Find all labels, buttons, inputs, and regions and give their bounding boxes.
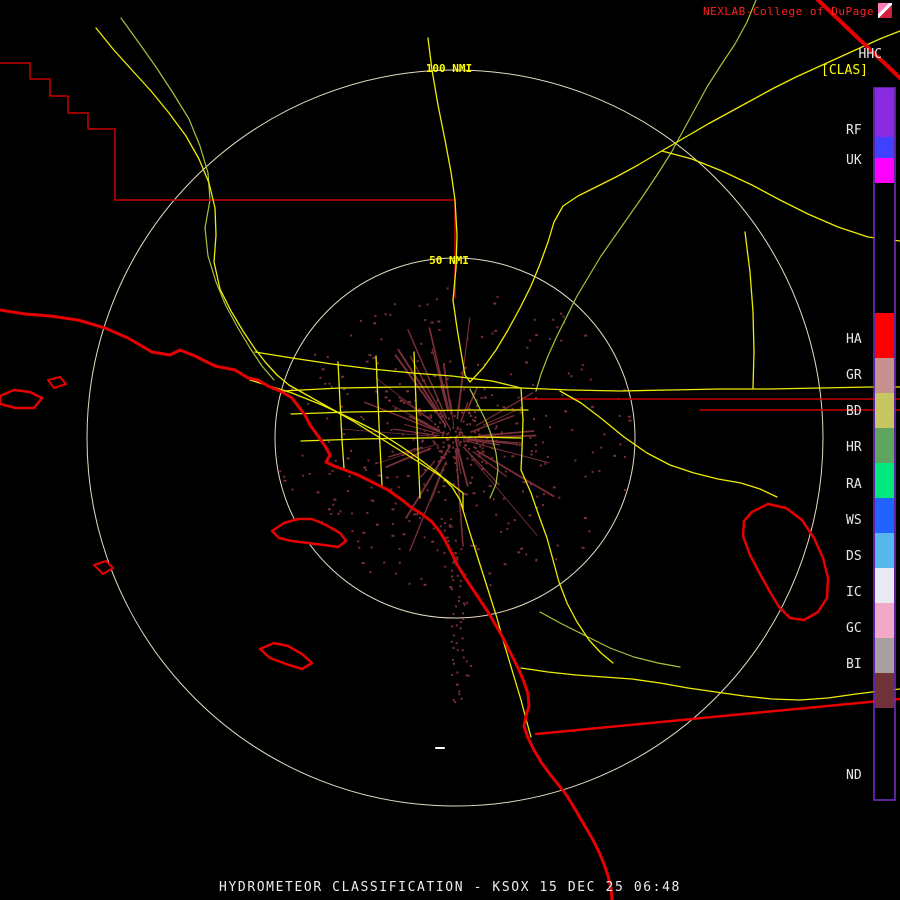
legend-label-ws: WS bbox=[846, 513, 862, 528]
legend-segment-hr bbox=[875, 428, 894, 463]
legend-segment-ha bbox=[875, 313, 894, 358]
legend-segment-nd bbox=[875, 708, 894, 800]
radar-echoes bbox=[279, 287, 632, 704]
legend-label-ic: IC bbox=[846, 585, 862, 600]
road-i10-east bbox=[520, 386, 900, 392]
legend-segment-uk bbox=[875, 158, 894, 183]
legend-segment-bi bbox=[875, 638, 894, 673]
radar-display: 50 NMI 100 NMI RF UK HA GR BD HR RA WS DS IC GC BI ND… bbox=[0, 0, 900, 900]
road-ca14-nw bbox=[95, 27, 290, 386]
road-cajon-ne bbox=[469, 30, 900, 383]
legend-label-nd: ND bbox=[846, 768, 862, 783]
color-legend: RF UK HA GR BD HR RA WS DS IC GC BI ND bbox=[846, 87, 896, 801]
cod-logo-icon bbox=[878, 3, 892, 18]
radar-map: 50 NMI 100 NMI RF UK HA GR BD HR RA WS DS IC GC BI ND bbox=[0, 0, 900, 900]
legend-label-ha: HA bbox=[846, 332, 862, 347]
legend-segment-rf bbox=[875, 88, 894, 137]
legend-label-bi: BI bbox=[846, 657, 862, 672]
road-395-north bbox=[427, 37, 471, 383]
map-features bbox=[0, 0, 900, 900]
legend-label-gr: GR bbox=[846, 368, 862, 383]
legend-segment-ds bbox=[875, 533, 894, 568]
road-ca79-south bbox=[520, 469, 614, 664]
road-grid-h2 bbox=[290, 409, 529, 415]
product-tag: [CLAS] bbox=[821, 63, 868, 78]
legend-segment bbox=[875, 183, 894, 313]
road-i8-east bbox=[520, 667, 900, 701]
mexico-border bbox=[534, 697, 900, 736]
road-east-vert bbox=[520, 387, 524, 471]
island-left-2 bbox=[47, 376, 67, 389]
range-label-50nmi: 50 NMI bbox=[429, 254, 469, 267]
product-title: HYDROMETEOR CLASSIFICATION - KSOX 15 DEC… bbox=[219, 880, 681, 895]
legend-label-rf: RF bbox=[846, 123, 862, 138]
road-grid-v2 bbox=[375, 355, 383, 487]
island-catalina bbox=[270, 517, 348, 549]
legend-label-uk: UK bbox=[846, 153, 862, 168]
legend-label-ra: RA bbox=[846, 477, 862, 492]
island-san-clemente bbox=[258, 641, 314, 671]
county-line-northwest bbox=[0, 62, 456, 299]
road-i5-south bbox=[462, 509, 532, 738]
legend-segment-gc bbox=[875, 603, 894, 638]
island-left-1 bbox=[0, 388, 44, 410]
legend-label-hr: HR bbox=[846, 440, 862, 455]
legend-segment-ra bbox=[875, 463, 894, 498]
river-san-diego bbox=[539, 611, 681, 668]
legend-label-bd: BD bbox=[846, 404, 862, 419]
product-code: HHC bbox=[858, 47, 882, 62]
salton-sea bbox=[741, 502, 830, 622]
legend-segment-bd bbox=[875, 393, 894, 428]
island-santa-barbara bbox=[93, 560, 114, 575]
legend-label-gc: GC bbox=[846, 621, 862, 636]
road-right-vert bbox=[744, 231, 755, 389]
echo-layer bbox=[279, 287, 632, 704]
legend-segment-ws bbox=[875, 498, 894, 533]
legend-segment-ic bbox=[875, 568, 894, 603]
legend-segment-gr bbox=[875, 358, 894, 393]
range-label-100nmi: 100 NMI bbox=[426, 62, 472, 75]
river-aqueduct bbox=[120, 17, 275, 381]
brand-text: NEXLAB-College of DuPage bbox=[703, 5, 874, 18]
road-branch-east bbox=[661, 150, 900, 242]
legend-segment bbox=[875, 137, 894, 158]
legend-segment bbox=[875, 673, 894, 708]
legend-label-ds: DS bbox=[846, 549, 862, 564]
river-mojave bbox=[535, 0, 757, 392]
